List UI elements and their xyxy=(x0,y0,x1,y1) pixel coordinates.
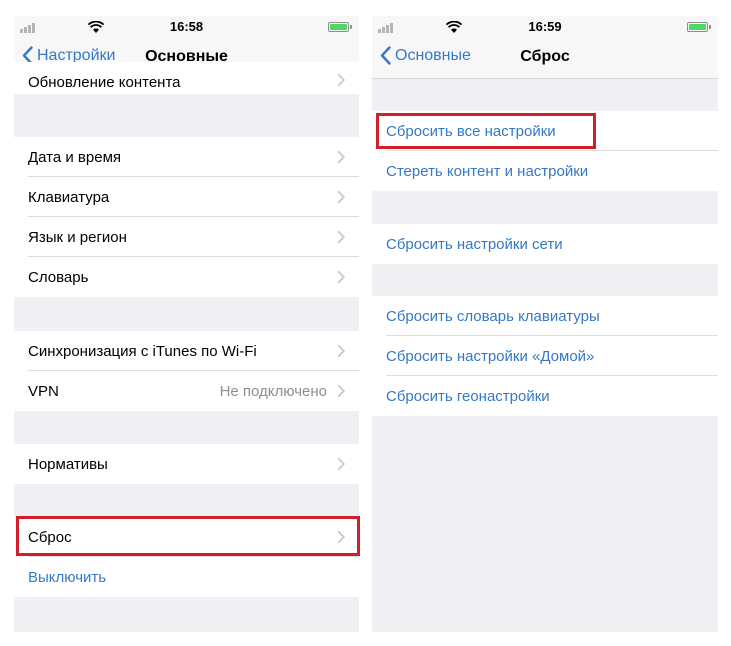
vpn-status: Не подключено xyxy=(219,383,327,400)
chevron-right-icon xyxy=(337,150,345,164)
row-label: Сбросить геонастройки xyxy=(386,387,550,405)
row-shutdown[interactable]: Выключить xyxy=(14,557,359,597)
row-label: Дата и время xyxy=(28,148,122,166)
chevron-right-icon xyxy=(337,73,345,87)
row-label: Синхронизация с iTunes по Wi-Fi xyxy=(28,342,257,360)
back-chevron-icon xyxy=(380,46,391,65)
row-label: Сброс xyxy=(28,528,72,546)
row-date-time[interactable]: Дата и время xyxy=(14,137,359,177)
row-erase-content-settings[interactable]: Стереть контент и настройки xyxy=(372,151,718,191)
chevron-right-icon xyxy=(337,190,345,204)
row-vpn[interactable]: VPN Не подключено xyxy=(14,371,359,411)
row-label: Сбросить настройки сети xyxy=(386,235,563,253)
row-reset-location-privacy[interactable]: Сбросить геонастройки xyxy=(372,376,718,416)
row-label: VPN xyxy=(28,382,59,400)
row-reset-keyboard-dictionary[interactable]: Сбросить словарь клавиатуры xyxy=(372,296,718,336)
row-reset[interactable]: Сброс xyxy=(14,517,359,557)
row-label: Клавиатура xyxy=(28,188,110,206)
row-label: Выключить xyxy=(28,568,107,586)
row-reset-home-layout[interactable]: Сбросить настройки «Домой» xyxy=(372,336,718,376)
left-screen-general-settings: 16:58 Настройки Основные Обновление конт… xyxy=(14,16,359,632)
row-label: Словарь xyxy=(28,268,89,286)
settings-list: Обновление контента Дата и время Клавиат… xyxy=(14,62,359,632)
status-bar: 16:59 xyxy=(372,16,718,38)
chevron-right-icon xyxy=(337,230,345,244)
status-time: 16:58 xyxy=(169,19,204,34)
status-time: 16:59 xyxy=(528,19,562,34)
row-itunes-wifi-sync[interactable]: Синхронизация с iTunes по Wi-Fi xyxy=(14,331,359,371)
status-bar: 16:58 xyxy=(14,16,359,38)
reset-options-list: Сбросить все настройки Стереть контент и… xyxy=(372,78,718,632)
chevron-right-icon xyxy=(337,457,345,471)
row-language-region[interactable]: Язык и регион xyxy=(14,217,359,257)
row-label: Язык и регион xyxy=(28,228,127,246)
back-button-label: Основные xyxy=(395,46,471,64)
chevron-right-icon xyxy=(337,530,345,544)
row-keyboard[interactable]: Клавиатура xyxy=(14,177,359,217)
chevron-right-icon xyxy=(337,384,345,398)
row-label: Стереть контент и настройки xyxy=(386,162,589,180)
battery-icon xyxy=(328,22,352,32)
chevron-right-icon xyxy=(337,270,345,284)
back-button[interactable]: Основные xyxy=(380,46,471,65)
navigation-bar: Основные Сброс xyxy=(372,38,718,79)
row-content-update[interactable]: Обновление контента xyxy=(14,62,359,94)
row-reset-network[interactable]: Сбросить настройки сети xyxy=(372,224,718,264)
row-label: Сбросить словарь клавиатуры xyxy=(386,307,600,325)
right-screen-reset: 16:59 Основные Сброс Сбросить все настро… xyxy=(372,16,718,632)
battery-icon xyxy=(687,22,711,32)
row-label: Обновление контента xyxy=(28,73,181,91)
row-regulatory[interactable]: Нормативы xyxy=(14,444,359,484)
row-label: Сбросить все настройки xyxy=(386,122,556,140)
chevron-right-icon xyxy=(337,344,345,358)
row-label: Нормативы xyxy=(28,455,108,473)
row-label: Сбросить настройки «Домой» xyxy=(386,347,595,365)
row-dictionary[interactable]: Словарь xyxy=(14,257,359,297)
row-reset-all-settings[interactable]: Сбросить все настройки xyxy=(372,111,718,151)
